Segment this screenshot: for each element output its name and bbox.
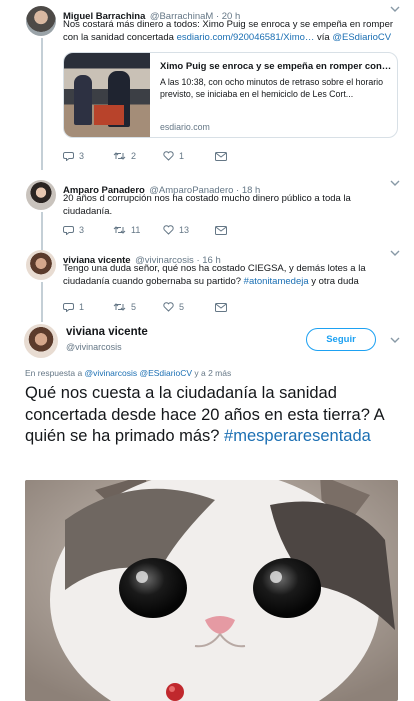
- avatar-miguel-barrachina[interactable]: [26, 6, 56, 36]
- follow-button[interactable]: Seguir: [306, 328, 376, 351]
- dm-button[interactable]: [215, 151, 227, 161]
- avatar-main-author[interactable]: [24, 324, 58, 358]
- like-button[interactable]: 5: [163, 302, 215, 312]
- avatar-viviana-vicente[interactable]: [26, 250, 56, 280]
- cat-photo[interactable]: [25, 480, 398, 701]
- dm-button[interactable]: [215, 225, 227, 235]
- link-preview-title: Ximo Puig se enroca y se empeña en rompe…: [160, 61, 392, 72]
- tweet-2-actions: 3 11 13: [63, 225, 227, 235]
- tweet-2-text: 20 años d corrupción nos ha costado much…: [63, 193, 351, 217]
- reply-button[interactable]: 3: [63, 225, 113, 235]
- like-button[interactable]: 1: [163, 151, 215, 161]
- main-author-name[interactable]: viviana vicente: [66, 326, 148, 338]
- envelope-icon: [215, 225, 227, 235]
- cat-illustration: [25, 480, 398, 701]
- link-preview-card[interactable]: Ximo Puig se enroca y se empeña en rompe…: [63, 52, 398, 138]
- reply-button[interactable]: 3: [63, 151, 113, 161]
- retweet-button[interactable]: 5: [113, 302, 163, 312]
- reply-context: En respuesta a @vivinarcosis @ESdiarioCV…: [25, 368, 232, 378]
- reply-icon: [63, 303, 74, 312]
- tweet-3-actions: 1 5 5: [63, 302, 227, 312]
- like-button[interactable]: 13: [163, 225, 215, 235]
- retweet-button[interactable]: 11: [113, 225, 163, 235]
- thread-line-1: [41, 38, 43, 170]
- retweet-button[interactable]: 2: [113, 151, 163, 161]
- tweet-1-link[interactable]: esdiario.com/920046581/Ximo…: [177, 32, 315, 43]
- retweet-icon: [113, 226, 126, 234]
- hashtag-link[interactable]: #atonitamedeja: [244, 276, 309, 287]
- heart-icon: [163, 151, 174, 161]
- envelope-icon: [215, 151, 227, 161]
- heart-icon: [163, 225, 174, 235]
- envelope-icon: [215, 302, 227, 312]
- main-tweet-text: Qué nos cuesta a la ciudadanía la sanida…: [25, 384, 384, 445]
- reply-mentions[interactable]: @vivinarcosis @ESdiarioCV: [85, 368, 192, 378]
- thread-line-3: [41, 282, 43, 322]
- tweet-1-mention[interactable]: @ESdiarioCV: [332, 32, 391, 43]
- chevron-down-icon[interactable]: [390, 336, 400, 347]
- link-preview-domain: esdiario.com: [160, 122, 210, 132]
- dm-button[interactable]: [215, 302, 227, 312]
- link-preview-description: A las 10:38, con ocho minutos de retraso…: [160, 77, 383, 99]
- retweet-icon: [113, 303, 126, 311]
- heart-icon: [163, 302, 174, 312]
- main-tweet-hashtag[interactable]: #mesperaresentada: [224, 427, 371, 445]
- tweet-3-text: Tengo una duda señor, qué nos ha costado…: [63, 263, 366, 287]
- reply-icon: [63, 152, 74, 161]
- avatar-amparo-panadero[interactable]: [26, 180, 56, 210]
- retweet-icon: [113, 152, 126, 160]
- tweet-1-actions: 3 2 1: [63, 151, 227, 161]
- chevron-down-icon[interactable]: [390, 179, 400, 190]
- reply-button[interactable]: 1: [63, 302, 113, 312]
- chevron-down-icon[interactable]: [390, 249, 400, 260]
- reply-icon: [63, 226, 74, 235]
- link-preview-image: [64, 53, 150, 137]
- tweet-1-text: Nos costará más dinero a todos: Ximo Pui…: [63, 19, 394, 43]
- thread-line-2: [41, 212, 43, 252]
- chevron-down-icon[interactable]: [390, 5, 400, 16]
- main-author-handle[interactable]: @vivinarcosis: [66, 342, 122, 352]
